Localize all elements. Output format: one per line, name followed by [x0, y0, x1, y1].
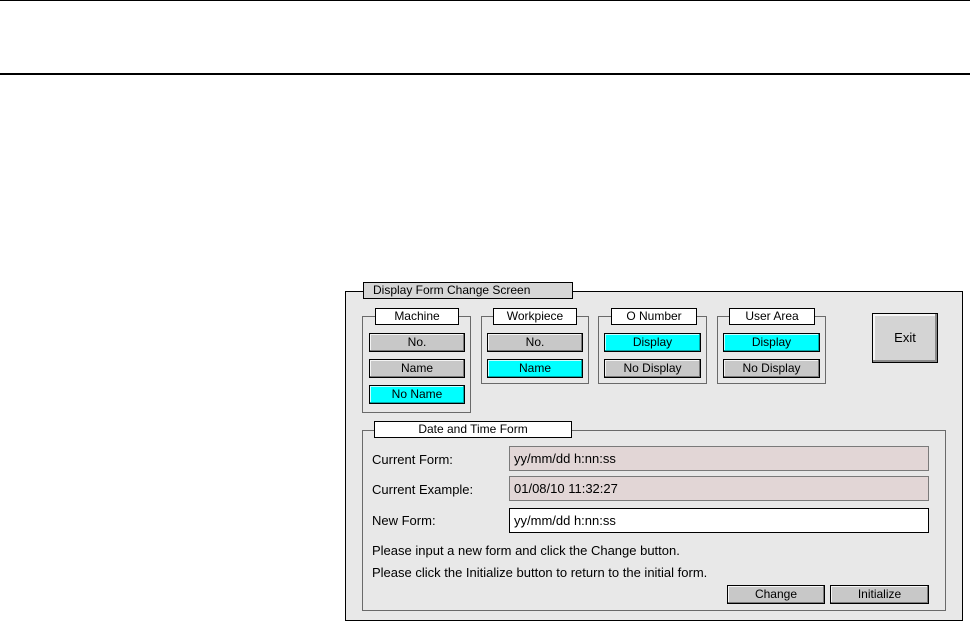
instruction-change: Please input a new form and click the Ch… [372, 543, 680, 558]
user-area-display-button[interactable]: Display [723, 333, 820, 352]
machine-no-name-button[interactable]: No Name [369, 385, 465, 404]
change-button[interactable]: Change [727, 585, 825, 604]
workpiece-group-title: Workpiece [493, 308, 577, 325]
current-form-field: yy/mm/dd h:nn:ss [509, 446, 929, 471]
o-number-no-display-button[interactable]: No Display [604, 359, 701, 378]
current-example-label: Current Example: [372, 482, 474, 497]
exit-button[interactable]: Exit [872, 313, 938, 363]
panel-title: Display Form Change Screen [363, 282, 573, 299]
o-number-group-title: O Number [611, 308, 697, 325]
date-time-form-title: Date and Time Form [374, 421, 572, 438]
workpiece-name-button[interactable]: Name [487, 359, 583, 378]
user-area-group-title: User Area [729, 308, 815, 325]
instruction-initialize: Please click the Initialize button to re… [372, 565, 708, 580]
o-number-display-button[interactable]: Display [604, 333, 701, 352]
new-form-label: New Form: [372, 513, 436, 528]
new-form-input[interactable]: yy/mm/dd h:nn:ss [509, 508, 929, 533]
machine-group-title: Machine [375, 308, 459, 325]
machine-name-button[interactable]: Name [369, 359, 465, 378]
current-form-label: Current Form: [372, 452, 453, 467]
current-example-field: 01/08/10 11:32:27 [509, 476, 929, 501]
top-rule [0, 0, 970, 1]
user-area-no-display-button[interactable]: No Display [723, 359, 820, 378]
initialize-button[interactable]: Initialize [830, 585, 929, 604]
machine-no-button[interactable]: No. [369, 333, 465, 352]
header-rule [0, 73, 970, 75]
workpiece-no-button[interactable]: No. [487, 333, 583, 352]
